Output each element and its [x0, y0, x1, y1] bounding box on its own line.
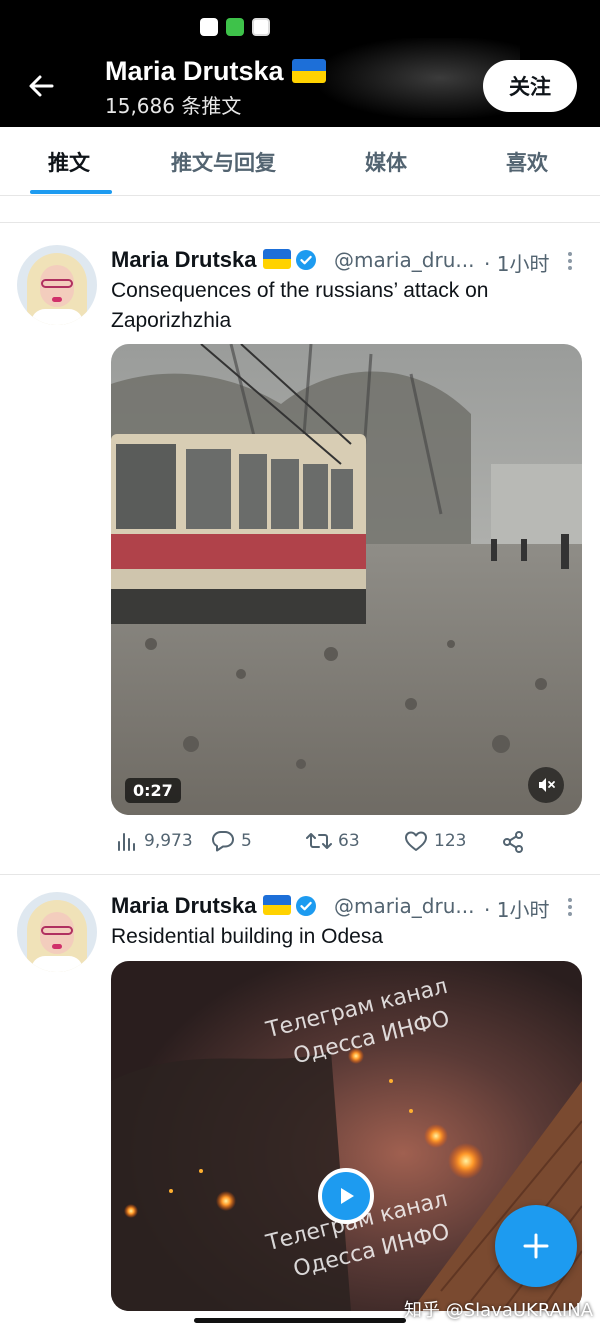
author-handle[interactable]: @maria_dru... [334, 248, 474, 272]
tab-likes[interactable]: 喜欢 [506, 147, 548, 177]
image-watermark: 知乎 @SlavaUKRAINA [404, 1300, 594, 1321]
tweet-text: Residential building in Odesa [111, 925, 384, 948]
views-icon [118, 833, 135, 851]
views-value: 9,973 [144, 831, 193, 851]
tweet-time[interactable]: · 1小时 [484, 248, 549, 277]
author-name[interactable]: Maria Drutska [111, 247, 317, 273]
tweet-count: 15,686 条推文 [105, 94, 242, 118]
section-spacer [0, 196, 600, 223]
verified-badge-icon [295, 896, 316, 916]
like-button[interactable]: 123 [404, 830, 466, 852]
retweet-count: 63 [338, 831, 360, 851]
compose-plus-icon [523, 1233, 549, 1259]
profile-header: Maria Drutska 15,686 条推文 关注 [0, 0, 600, 127]
tweet-actions: 9,973 5 63 123 [111, 830, 571, 860]
tab-tweets-and-replies[interactable]: 推文与回复 [171, 147, 276, 177]
tweet-video[interactable]: 0:27 [111, 344, 582, 815]
tweet-text: Consequences of the russians’ attack on … [111, 279, 489, 332]
retweet-button[interactable]: 63 [306, 830, 360, 852]
video-frame-tram [111, 344, 582, 815]
home-indicator[interactable] [194, 1318, 406, 1323]
tweet[interactable]: Maria Drutska @maria_dru... · 1小时 Conseq… [0, 223, 600, 873]
video-duration: 0:27 [125, 778, 181, 803]
app-notification-icon [252, 18, 270, 36]
retweet-icon [306, 833, 332, 849]
avatar[interactable] [17, 245, 97, 325]
mute-icon [539, 778, 555, 792]
compose-tweet-button[interactable] [495, 1205, 577, 1287]
views-count[interactable]: 9,973 [116, 830, 193, 852]
ukraine-flag-icon [262, 249, 291, 269]
qq-icon [200, 18, 218, 36]
ukraine-flag-icon [262, 895, 291, 915]
avatar[interactable] [17, 892, 97, 972]
status-bar-icons [200, 18, 270, 36]
like-count: 123 [434, 831, 467, 851]
profile-name: Maria Drutska [105, 56, 326, 87]
more-icon[interactable] [564, 251, 576, 271]
mute-button[interactable] [528, 767, 564, 803]
author-handle[interactable]: @maria_dru... [334, 894, 474, 918]
follow-button[interactable]: 关注 [483, 60, 577, 112]
share-button[interactable] [501, 830, 525, 854]
more-icon[interactable] [564, 897, 576, 917]
ukraine-flag-icon [291, 59, 326, 83]
reply-button[interactable]: 5 [211, 830, 252, 852]
play-icon [341, 1188, 354, 1204]
reply-count: 5 [241, 831, 252, 851]
share-icon [503, 831, 523, 853]
author-name[interactable]: Maria Drutska [111, 893, 317, 919]
profile-tabs: 推文 推文与回复 媒体 喜欢 [0, 127, 600, 196]
play-button[interactable] [318, 1168, 374, 1224]
tab-media[interactable]: 媒体 [365, 147, 407, 177]
back-arrow-icon [29, 75, 54, 97]
download-icon [226, 18, 244, 36]
tweet-time[interactable]: · 1小时 [484, 894, 549, 923]
back-button[interactable] [22, 66, 62, 106]
active-tab-indicator [30, 190, 112, 194]
reply-icon [212, 831, 234, 852]
tab-tweets[interactable]: 推文 [48, 147, 90, 177]
like-icon [405, 831, 427, 851]
verified-badge-icon [295, 250, 316, 270]
